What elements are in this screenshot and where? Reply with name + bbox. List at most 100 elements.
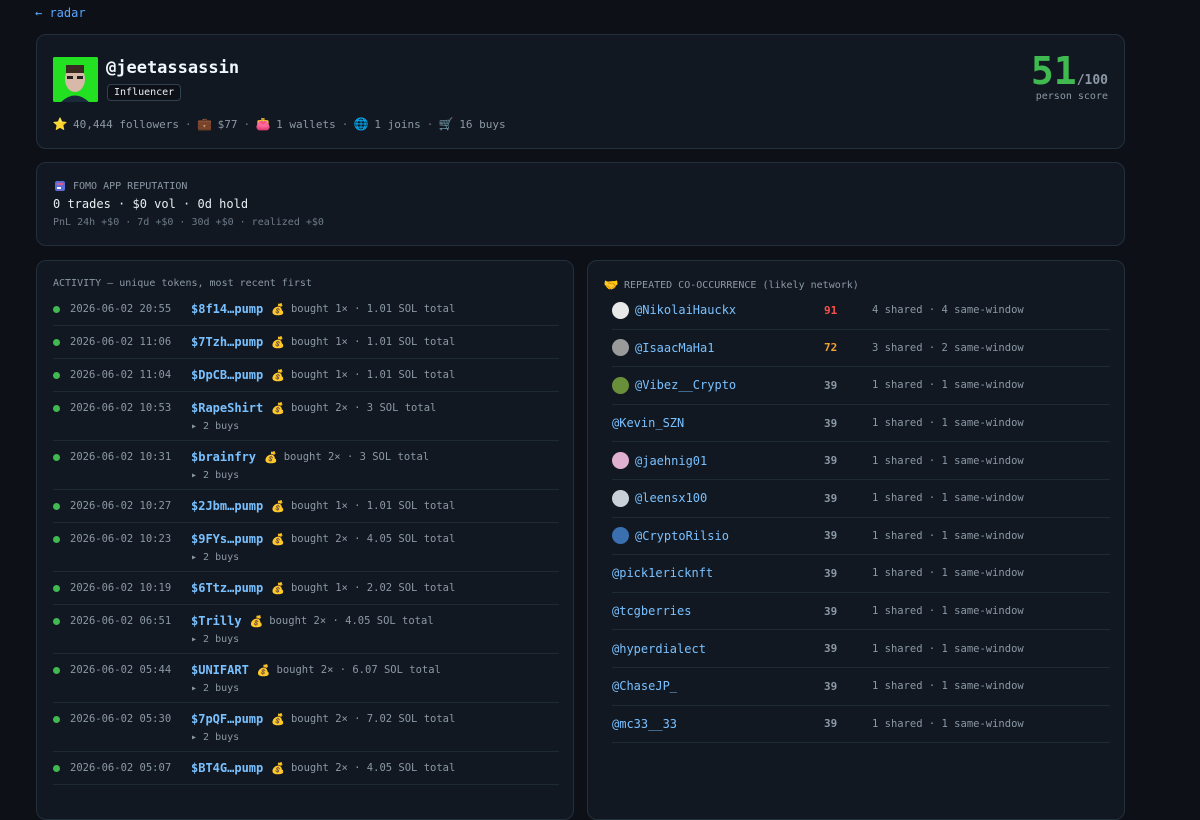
activity-time: 2026-06-02 10:53 <box>70 402 172 414</box>
buys-toggle[interactable]: ▸ 2 buys <box>53 683 559 694</box>
activity-time: 2026-06-02 20:55 <box>70 303 172 315</box>
cooccurrence-row: @ChaseJP_ 39 1 shared · 1 same-window <box>612 668 1110 706</box>
profile-stats: ⭐ 40,444 followers · 💼 $77 · 👛 1 wallets… <box>53 117 506 131</box>
cooccurrence-card: 🤝 REPEATED CO-OCCURRENCE (likely network… <box>587 260 1125 820</box>
money-bag-icon: 💰 <box>271 401 285 415</box>
token-link[interactable]: $6Ttz…pump <box>191 581 263 595</box>
back-to-radar-link[interactable]: ← radar <box>35 6 86 20</box>
separator: · <box>341 117 349 131</box>
money-bag-icon: 💰 <box>256 663 271 677</box>
buys-stat: 🛒 16 buys <box>439 117 506 131</box>
user-handle-link[interactable]: @IsaacMaHa1 <box>635 341 714 355</box>
shared-meta: 1 shared · 1 same-window <box>872 492 1024 505</box>
handshake-icon: 🤝 <box>603 278 619 292</box>
profile-card: @jeetassassin Influencer ⭐ 40,444 follow… <box>36 34 1125 149</box>
buys-toggle[interactable]: ▸ 2 buys <box>53 634 559 645</box>
token-link[interactable]: $7Tzh…pump <box>191 335 263 349</box>
activity-row: 2026-06-02 10:31 $brainfry 💰 bought 2× · 3 … <box>53 441 559 490</box>
user-handle-link[interactable]: @tcgberries <box>612 604 691 618</box>
cooccurrence-row: @jaehnig01 39 1 shared · 1 same-window <box>612 442 1110 480</box>
user-handle-link[interactable]: @ChaseJP_ <box>612 679 677 693</box>
token-link[interactable]: $BT4G…pump <box>191 761 263 775</box>
activity-desc: bought 1× · 1.01 SOL total <box>290 303 456 315</box>
activity-desc: bought 1× · 1.01 SOL total <box>290 369 456 381</box>
shared-meta: 1 shared · 1 same-window <box>872 454 1024 467</box>
activity-row: 2026-06-02 05:07 $BT4G…pump 💰 bought 2× · 4… <box>53 752 559 785</box>
shared-meta: 4 shared · 4 same-window <box>872 304 1024 317</box>
separator: · <box>426 117 434 131</box>
token-link[interactable]: $DpCB…pump <box>191 368 263 382</box>
cooccurrence-row: @Vibez__Crypto 39 1 shared · 1 same-window <box>612 367 1110 405</box>
token-link[interactable]: $9FYs…pump <box>191 532 263 546</box>
activity-desc: bought 1× · 1.01 SOL total <box>290 336 456 348</box>
activity-desc: bought 2× · 4.05 SOL total <box>290 533 456 545</box>
user-handle-link[interactable]: @Kevin_SZN <box>612 416 684 430</box>
money-bag-icon: 💰 <box>249 614 264 628</box>
token-link[interactable]: $2Jbm…pump <box>191 499 263 513</box>
activity-row: 2026-06-02 10:53 $RapeShirt 💰 bought 2× · 3… <box>53 392 559 441</box>
money-bag-icon: 💰 <box>271 581 285 595</box>
activity-row: 2026-06-02 11:04 $DpCB…pump 💰 bought 1× · 1… <box>53 359 559 392</box>
cooccurrence-title-text: REPEATED CO-OCCURRENCE (likely network) <box>624 279 859 291</box>
cooccurrence-row: @CryptoRilsio 39 1 shared · 1 same-window <box>612 518 1110 556</box>
separator: · <box>184 117 192 131</box>
user-handle-link[interactable]: @pick1ericknft <box>612 566 713 580</box>
token-link[interactable]: $RapeShirt <box>191 401 263 415</box>
activity-desc: bought 2× · 7.02 SOL total <box>290 713 456 725</box>
activity-time: 2026-06-02 05:07 <box>70 762 172 774</box>
cooccurrence-row: @mc33__33 39 1 shared · 1 same-window <box>612 706 1110 744</box>
followers-text: 40,444 followers <box>73 117 179 131</box>
network-score: 39 <box>824 529 838 543</box>
buys-toggle[interactable]: ▸ 2 buys <box>53 421 559 432</box>
status-dot <box>53 371 60 379</box>
user-avatar <box>612 339 629 357</box>
shared-meta: 1 shared · 1 same-window <box>872 567 1024 580</box>
user-handle-link[interactable]: @NikolaiHauckx <box>635 303 736 317</box>
wallet-icon: 👛 <box>255 117 271 131</box>
token-link[interactable]: $Trilly <box>191 614 242 628</box>
cooccurrence-row: @hyperdialect 39 1 shared · 1 same-window <box>612 630 1110 668</box>
activity-row: 2026-06-02 11:06 $7Tzh…pump 💰 bought 1× · 1… <box>53 326 559 359</box>
cooccurrence-row: @Kevin_SZN 39 1 shared · 1 same-window <box>612 405 1110 443</box>
buys-toggle[interactable]: ▸ 2 buys <box>53 732 559 743</box>
buys-toggle[interactable]: ▸ 2 buys <box>53 470 559 481</box>
activity-card: ACTIVITY — unique tokens, most recent fi… <box>36 260 574 820</box>
activity-title: ACTIVITY — unique tokens, most recent fi… <box>53 278 312 289</box>
status-dot <box>53 584 60 592</box>
shared-meta: 1 shared · 1 same-window <box>872 379 1024 392</box>
user-handle-link[interactable]: @mc33__33 <box>612 717 677 731</box>
activity-row: 2026-06-02 10:27 $2Jbm…pump 💰 bought 1× · 1… <box>53 490 559 523</box>
user-handle-link[interactable]: @Vibez__Crypto <box>635 378 736 392</box>
token-link[interactable]: $8f14…pump <box>191 302 263 316</box>
activity-time: 2026-06-02 05:44 <box>70 664 172 676</box>
network-score: 39 <box>824 416 838 430</box>
status-dot <box>53 764 60 772</box>
user-handle-link[interactable]: @jaehnig01 <box>635 454 707 468</box>
activity-desc: bought 2× · 4.05 SOL total <box>269 615 434 627</box>
token-link[interactable]: $7pQF…pump <box>191 712 263 726</box>
token-link[interactable]: $brainfry <box>191 450 256 464</box>
activity-row: 2026-06-02 05:44 $UNIFART 💰 bought 2× · 6.0… <box>53 654 559 703</box>
activity-row: 2026-06-02 10:23 $9FYs…pump 💰 bought 2× · 4… <box>53 523 559 572</box>
network-score: 39 <box>824 491 838 505</box>
token-link[interactable]: $UNIFART <box>191 663 249 677</box>
status-dot <box>53 617 60 625</box>
activity-time: 2026-06-02 10:31 <box>70 451 172 463</box>
user-handle-link[interactable]: @leensx100 <box>635 491 707 505</box>
wallets-stat: 👛 1 wallets <box>256 117 336 131</box>
user-handle-link[interactable]: @CryptoRilsio <box>635 529 729 543</box>
reputation-summary: 0 trades · $0 vol · 0d hold <box>53 197 249 211</box>
activity-row: 2026-06-02 06:51 $Trilly 💰 bought 2× · 4.05… <box>53 605 559 654</box>
buys-toggle[interactable]: ▸ 2 buys <box>53 552 559 563</box>
status-dot <box>53 453 60 461</box>
activity-desc: bought 2× · 6.07 SOL total <box>276 664 441 676</box>
activity-list: 2026-06-02 20:55 $8f14…pump 💰 bought 1× · 1… <box>53 293 559 785</box>
activity-time: 2026-06-02 05:30 <box>70 713 172 725</box>
activity-time: 2026-06-02 10:19 <box>70 582 172 594</box>
activity-time: 2026-06-02 10:27 <box>70 500 172 512</box>
user-handle-link[interactable]: @hyperdialect <box>612 642 706 656</box>
role-badge: Influencer <box>107 84 182 101</box>
cooccurrence-row: @pick1ericknft 39 1 shared · 1 same-window <box>612 555 1110 593</box>
shared-meta: 1 shared · 1 same-window <box>872 642 1024 655</box>
activity-desc: bought 2× · 4.05 SOL total <box>290 762 456 774</box>
